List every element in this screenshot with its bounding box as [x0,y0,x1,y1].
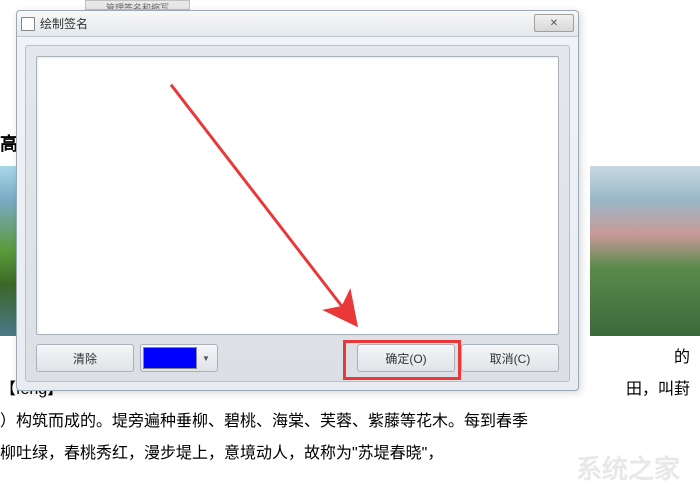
clear-button-label: 清除 [73,350,97,367]
bg-line3: ）构筑而成的。堤旁遍种垂柳、碧桃、海棠、芙蓉、紫藤等花木。每到春季 [0,408,695,436]
close-button[interactable]: ✕ [534,14,574,32]
watermark: 系统之家 [576,449,680,486]
dialog-titlebar[interactable]: 绘制签名 ✕ [17,11,578,37]
clear-button[interactable]: 清除 [36,344,134,372]
cancel-button-label: 取消(C) [490,350,531,367]
cancel-button[interactable]: 取消(C) [461,344,559,372]
color-picker[interactable]: ▼ [140,344,218,372]
inner-frame: 清除 ▼ 确定(O) 取消(C) [25,45,570,382]
draw-signature-dialog: 绘制签名 ✕ 清除 [16,10,579,391]
ok-button-label: 确定(O) [385,350,426,367]
bg-line2-right: 田，叫葑 [626,376,690,404]
bg-line1-right: 的 [674,344,690,372]
dropdown-arrow-icon: ▼ [197,347,215,369]
bg-image-right [590,166,700,336]
dialog-body: 清除 ▼ 确定(O) 取消(C) [17,37,578,390]
button-row: 清除 ▼ 确定(O) 取消(C) [36,343,559,373]
dialog-title: 绘制签名 [40,15,88,32]
signature-canvas[interactable] [36,56,559,335]
ok-button[interactable]: 确定(O) [357,344,455,372]
background-tab: 管理签名和缩写 [85,0,190,10]
close-icon: ✕ [550,18,558,29]
color-swatch [143,347,197,369]
app-icon [21,17,35,31]
annotation-arrow [37,57,558,334]
